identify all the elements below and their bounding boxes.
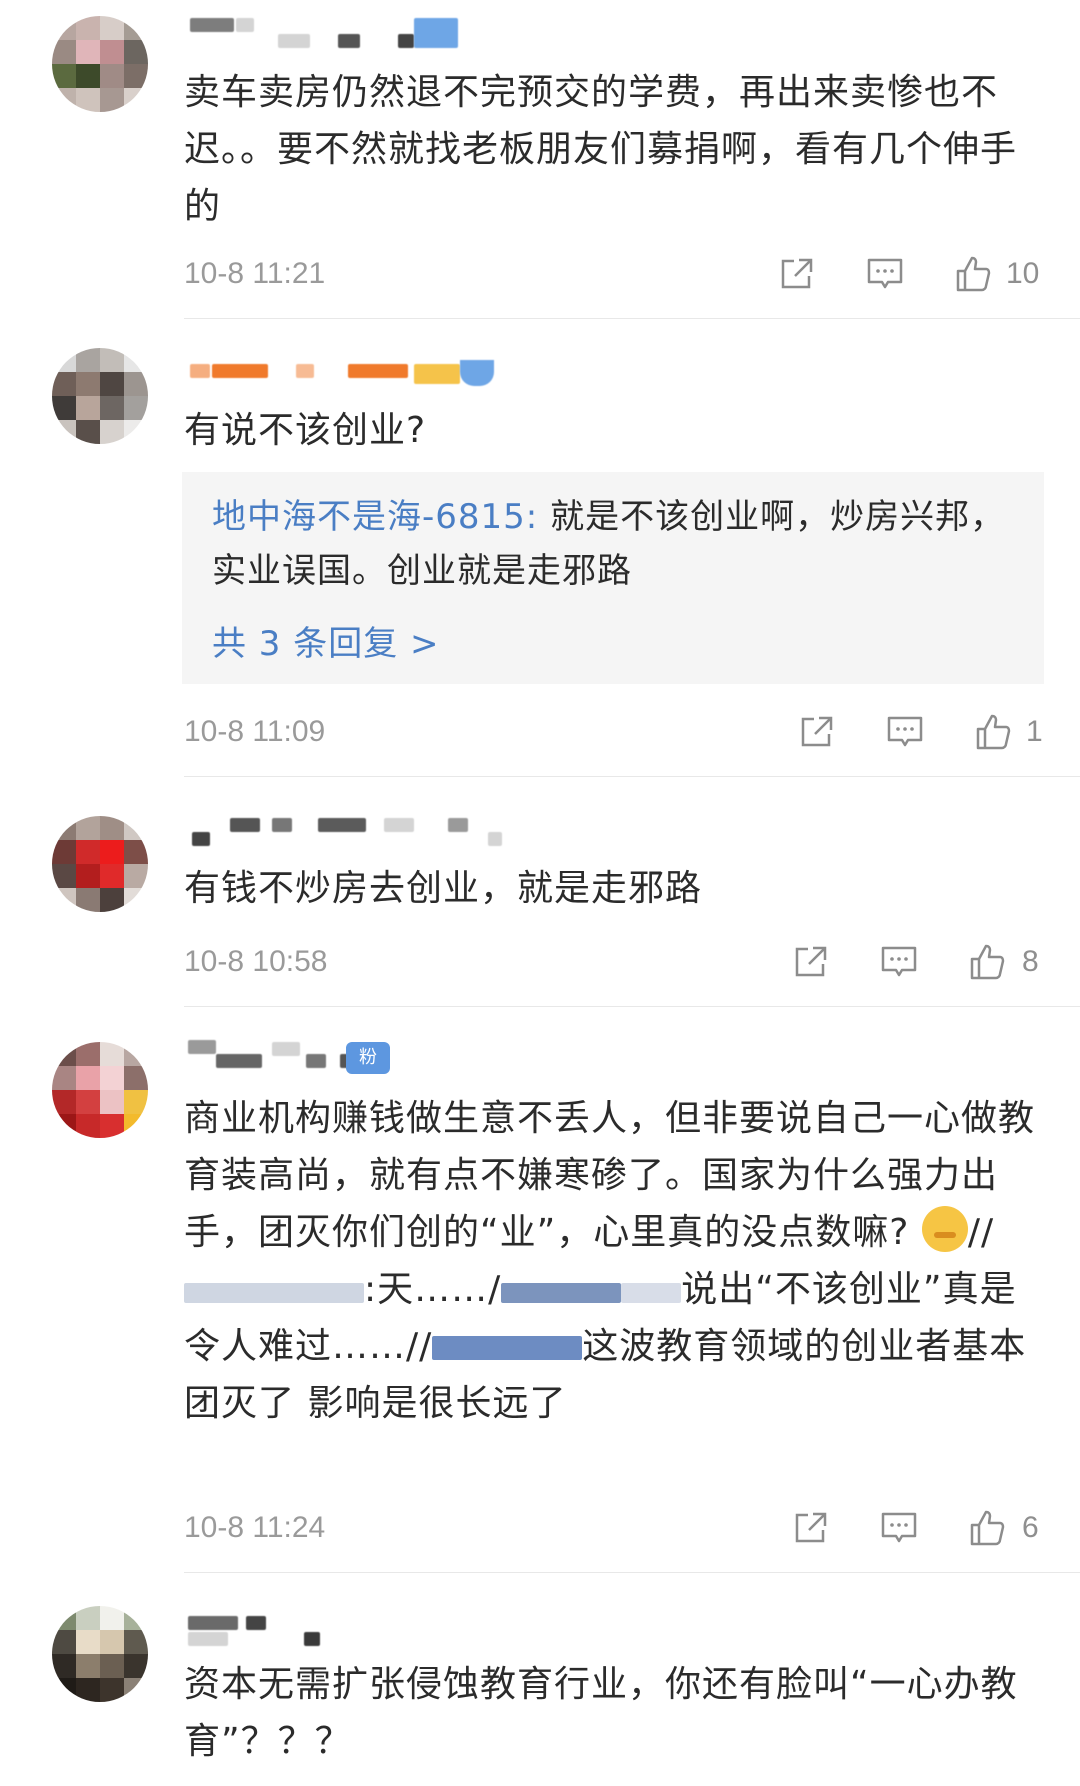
mention-redacted[interactable] bbox=[184, 1283, 364, 1303]
reply-preview[interactable]: 地中海不是海-6815: 就是不该创业啊，炒房兴邦，实业误国。创业就是走邪路 共… bbox=[182, 472, 1044, 684]
divider bbox=[184, 318, 1080, 319]
comment-icon[interactable] bbox=[880, 1510, 918, 1546]
comment-text: 商业机构赚钱做生意不丢人，但非要说自己一心做教育装高尚，就有点不嫌寒碜了。国家为… bbox=[184, 1090, 1040, 1432]
comment-list: 卖车卖房仍然退不完预交的学费，再出来卖惨也不迟。。要不然就找老板朋友们募捐啊，看… bbox=[0, 0, 1080, 1786]
comment-text: 资本无需扩张侵蚀教育行业，你还有脸叫“一心办教育”？？？ bbox=[184, 1664, 1018, 1762]
avatar[interactable] bbox=[52, 16, 148, 112]
avatar[interactable] bbox=[52, 1042, 148, 1138]
thumbs-up-icon[interactable] bbox=[954, 256, 992, 292]
divider bbox=[184, 776, 1080, 777]
like-count: 1 bbox=[1026, 715, 1043, 748]
share-icon[interactable] bbox=[778, 256, 816, 292]
mention-redacted[interactable] bbox=[501, 1283, 622, 1303]
comment-time: 10-8 11:09 bbox=[184, 715, 326, 748]
share-icon[interactable] bbox=[798, 714, 836, 750]
thumbs-up-icon[interactable] bbox=[968, 944, 1006, 980]
comment-text: 有说不该创业? bbox=[184, 410, 427, 451]
comment-time: 10-8 11:24 bbox=[184, 1511, 326, 1544]
username-redacted[interactable] bbox=[188, 16, 488, 56]
comment-text-part: // bbox=[967, 1212, 995, 1253]
share-icon[interactable] bbox=[792, 1510, 830, 1546]
reply-username[interactable]: 地中海不是海-6815: bbox=[212, 497, 538, 537]
like-count: 10 bbox=[1006, 257, 1040, 290]
username-redacted[interactable] bbox=[188, 1040, 428, 1080]
like-count: 8 bbox=[1022, 945, 1039, 978]
comment-icon[interactable] bbox=[880, 944, 918, 980]
avatar[interactable] bbox=[52, 1606, 148, 1702]
thumbs-up-icon[interactable] bbox=[968, 1510, 1006, 1546]
avatar[interactable] bbox=[52, 816, 148, 912]
like-count: 6 bbox=[1022, 1511, 1039, 1544]
username-redacted[interactable] bbox=[188, 818, 528, 858]
username-redacted[interactable] bbox=[188, 1614, 388, 1654]
divider bbox=[184, 1006, 1080, 1007]
comment-icon[interactable] bbox=[866, 256, 904, 292]
comment-time: 10-8 11:21 bbox=[184, 257, 326, 290]
divider bbox=[184, 1572, 1080, 1573]
comment-text-part: :天……/ bbox=[364, 1269, 502, 1310]
comment-meta: 10-8 11:24 6 bbox=[184, 1508, 1040, 1548]
comment-text: 有钱不炒房去创业，就是走邪路 bbox=[184, 868, 703, 909]
shush-face-emoji bbox=[921, 1206, 968, 1252]
comment-meta: 10-8 11:21 10 bbox=[184, 254, 1040, 294]
thumbs-up-icon[interactable] bbox=[974, 714, 1012, 750]
fan-badge: 粉 bbox=[346, 1042, 390, 1074]
avatar[interactable] bbox=[52, 348, 148, 444]
mention-redacted[interactable] bbox=[621, 1283, 682, 1303]
view-replies-link[interactable]: 共 3 条回复 > bbox=[212, 616, 440, 665]
comment-text-part: 商业机构赚钱做生意不丢人，但非要说自己一心做教育装高尚，就有点不嫌寒碜了。国家为… bbox=[184, 1098, 1036, 1253]
reply-text: 地中海不是海-6815: 就是不该创业啊，炒房兴邦，实业误国。创业就是走邪路 bbox=[212, 490, 1014, 598]
comment-icon[interactable] bbox=[886, 714, 924, 750]
mention-redacted[interactable] bbox=[432, 1336, 583, 1360]
username-redacted[interactable] bbox=[188, 360, 528, 400]
comment-text: 卖车卖房仍然退不完预交的学费，再出来卖惨也不迟。。要不然就找老板朋友们募捐啊，看… bbox=[184, 72, 1018, 227]
comment-time: 10-8 10:58 bbox=[184, 945, 328, 978]
comment-meta: 10-8 11:09 1 bbox=[184, 712, 1043, 752]
share-icon[interactable] bbox=[792, 944, 830, 980]
comment-meta: 10-8 10:58 8 bbox=[184, 942, 1040, 982]
